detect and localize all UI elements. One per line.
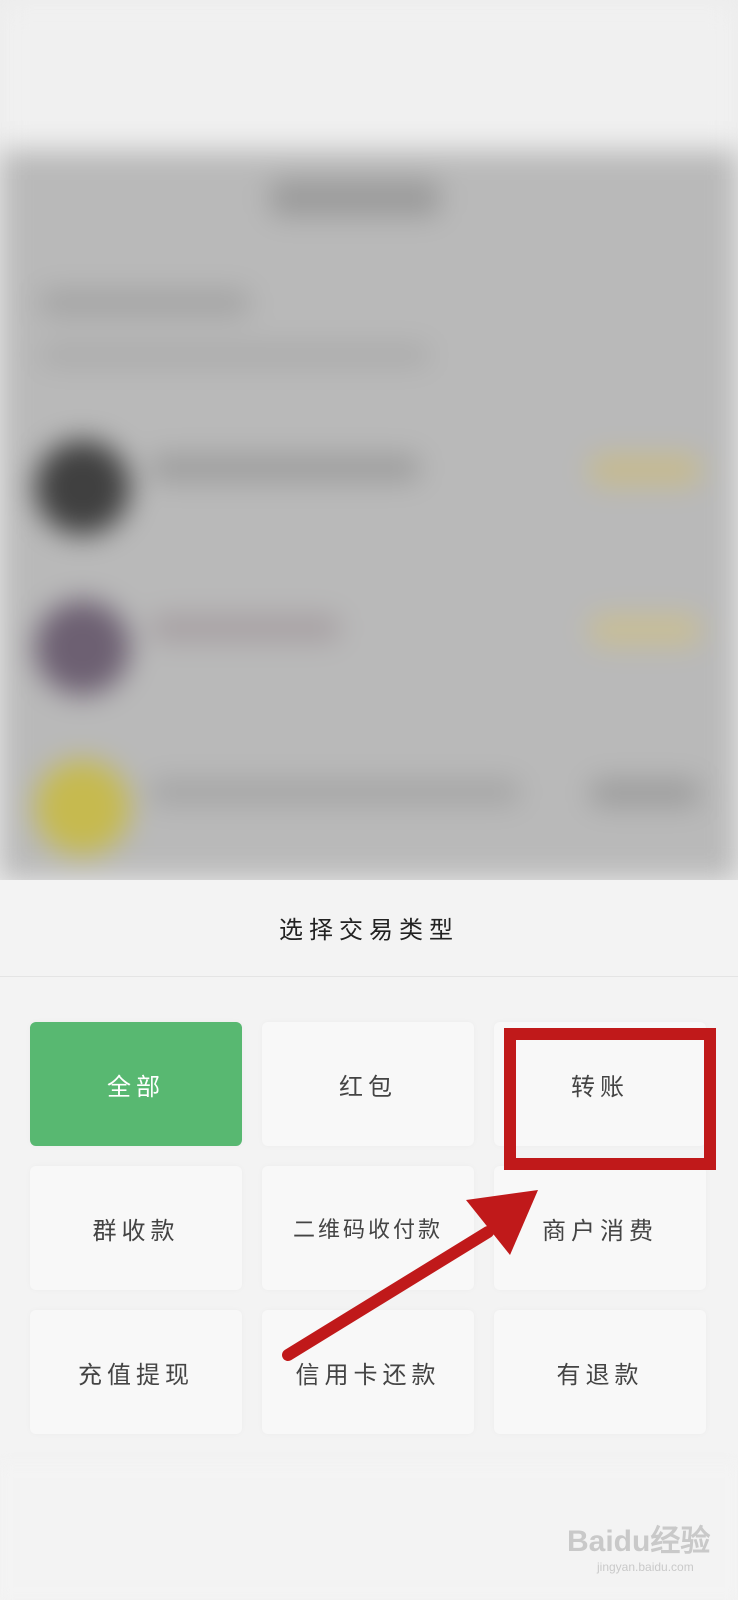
type-option-all[interactable]: 全部: [30, 1022, 242, 1146]
bg-avatar: [35, 760, 130, 855]
bg-text-line: [40, 345, 430, 365]
type-option-topup-withdraw[interactable]: 充值提现: [30, 1310, 242, 1434]
annotation-highlight-box: [504, 1028, 716, 1170]
baidu-watermark: Baidu经验 jingyan.baidu.com: [567, 1510, 732, 1590]
bg-header-bar: [270, 180, 440, 216]
bg-top-bar: [0, 0, 738, 150]
bg-avatar: [35, 440, 130, 535]
type-option-group-collect[interactable]: 群收款: [30, 1166, 242, 1290]
type-option-qr-payment[interactable]: 二维码收付款: [262, 1166, 474, 1290]
bg-text-line: [150, 615, 340, 641]
bg-amount: [590, 780, 700, 806]
type-option-red-packet[interactable]: 红包: [262, 1022, 474, 1146]
bg-amount: [590, 615, 700, 645]
watermark-main: Baidu经验: [567, 1525, 711, 1558]
watermark-sub: jingyan.baidu.com: [597, 1560, 694, 1574]
type-option-credit-card[interactable]: 信用卡还款: [262, 1310, 474, 1434]
bg-text-line: [150, 455, 420, 481]
bg-text-line: [150, 780, 520, 804]
sheet-title: 选择交易类型: [279, 916, 459, 944]
type-option-merchant[interactable]: 商户消费: [494, 1166, 706, 1290]
divider: [0, 976, 738, 977]
type-option-refund[interactable]: 有退款: [494, 1310, 706, 1434]
bg-text-line: [40, 290, 250, 316]
bg-avatar: [35, 600, 130, 695]
bg-amount: [590, 455, 700, 485]
